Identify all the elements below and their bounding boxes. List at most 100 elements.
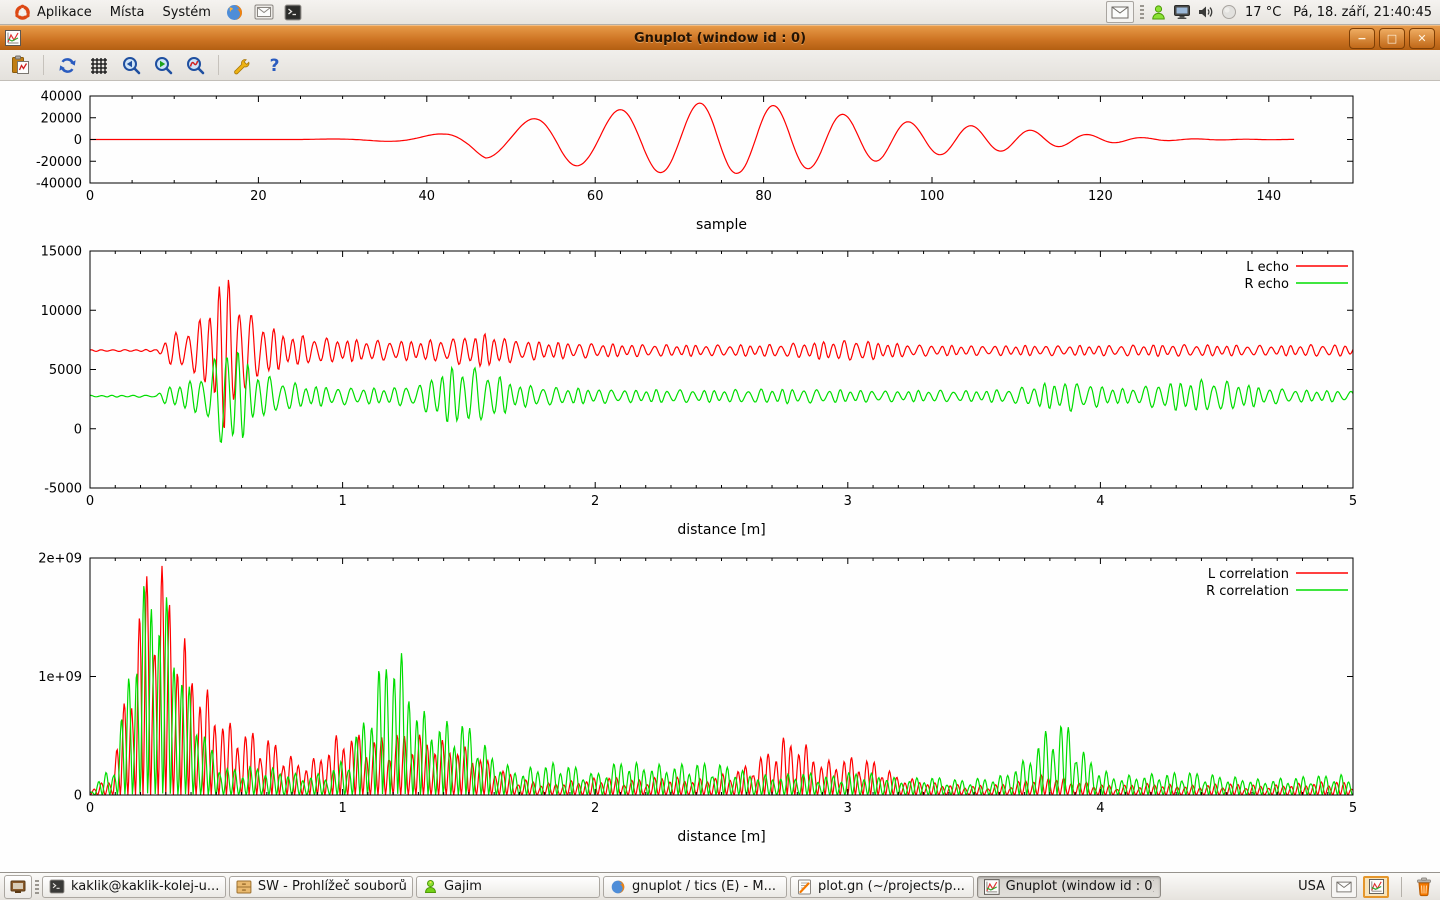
mail-notification-button[interactable] xyxy=(1331,876,1357,898)
settings-button[interactable] xyxy=(230,53,254,77)
mail-applet-icon xyxy=(1111,6,1129,19)
mail-applet-button[interactable] xyxy=(1106,1,1134,23)
temperature-label[interactable]: 17 °C xyxy=(1245,5,1281,20)
grid-icon xyxy=(89,55,109,75)
menu-system[interactable]: Systém xyxy=(153,0,219,24)
toolbar-separator xyxy=(218,55,219,75)
mail-notification-icon xyxy=(1336,881,1352,893)
task-browser[interactable]: gnuplot / tics (E) - M... xyxy=(603,876,787,898)
task-label: SW - Prohlížeč souborů xyxy=(258,879,406,894)
clock-label[interactable]: Pá, 18. září, 21:40:45 xyxy=(1293,5,1432,20)
svg-text:0: 0 xyxy=(86,189,94,204)
help-icon: ? xyxy=(264,55,285,76)
show-desktop-icon xyxy=(10,880,26,894)
gajim-icon xyxy=(423,879,438,894)
svg-text:60: 60 xyxy=(587,189,604,204)
close-button[interactable]: ✕ xyxy=(1409,28,1435,49)
gnuplot-icon xyxy=(984,879,1000,895)
menu-label-applications: Aplikace xyxy=(37,5,92,20)
svg-text:4: 4 xyxy=(1096,494,1104,509)
svg-text:20000: 20000 xyxy=(41,111,82,126)
task-terminal[interactable]: kaklik@kaklik-kolej-u... xyxy=(42,876,226,898)
display-icon[interactable] xyxy=(1173,4,1191,20)
terminal-launcher[interactable] xyxy=(279,0,307,24)
svg-text:sample: sample xyxy=(696,217,747,233)
task-text-editor[interactable]: plot.gn (~/projects/p... xyxy=(790,876,974,898)
panel-left: Aplikace Místa Systém xyxy=(0,0,307,24)
zoom-previous-button[interactable] xyxy=(119,53,143,77)
zoom-previous-icon xyxy=(121,55,142,76)
svg-text:20: 20 xyxy=(250,189,267,204)
chart-0: 020406080100120140-40000-200000200004000… xyxy=(36,90,1353,234)
mail-launcher[interactable] xyxy=(249,0,279,24)
svg-text:4: 4 xyxy=(1096,801,1104,816)
toolbar-separator xyxy=(43,55,44,75)
user-switcher-icon[interactable] xyxy=(1150,4,1167,21)
svg-text:2e+09: 2e+09 xyxy=(38,552,82,567)
unzoom-button[interactable] xyxy=(183,53,207,77)
svg-text:3: 3 xyxy=(844,801,852,816)
svg-text:5000: 5000 xyxy=(49,363,82,378)
svg-text:5: 5 xyxy=(1349,494,1357,509)
svg-text:1: 1 xyxy=(338,494,346,509)
applet-handle[interactable] xyxy=(1140,5,1144,19)
svg-text:1e+09: 1e+09 xyxy=(38,670,82,685)
gnuplot-canvas-area: 020406080100120140-40000-200000200004000… xyxy=(0,81,1440,872)
task-gajim[interactable]: Gajim xyxy=(416,876,600,898)
task-gnuplot[interactable]: Gnuplot (window id : 0) xyxy=(977,876,1161,898)
task-label: plot.gn (~/projects/p... xyxy=(818,879,965,894)
terminal-icon xyxy=(284,4,302,21)
panel-right: 17 °C Pá, 18. září, 21:40:45 xyxy=(1106,0,1440,24)
svg-text:40: 40 xyxy=(419,189,436,204)
window-titlebar[interactable]: Gnuplot (window id : 0) − □ ✕ xyxy=(0,25,1440,50)
maximize-button[interactable]: □ xyxy=(1379,28,1405,49)
svg-text:0: 0 xyxy=(86,801,94,816)
svg-text:0: 0 xyxy=(74,133,82,148)
firefox-icon xyxy=(610,879,626,895)
help-button[interactable]: ? xyxy=(262,53,286,77)
svg-text:L echo: L echo xyxy=(1246,260,1289,275)
menu-applications[interactable]: Aplikace xyxy=(5,0,101,24)
settings-icon xyxy=(232,55,253,76)
top-panel: Aplikace Místa Systém xyxy=(0,0,1440,25)
firefox-icon xyxy=(225,3,244,22)
svg-text:10000: 10000 xyxy=(41,304,82,319)
zoom-next-icon xyxy=(153,55,174,76)
chart-1: 012345-5000050001000015000distance [m]L … xyxy=(41,245,1358,539)
taskbar-right: USA xyxy=(1298,876,1436,898)
replot-button[interactable] xyxy=(55,53,79,77)
window-buttons: − □ ✕ xyxy=(1349,28,1440,49)
task-file-manager[interactable]: SW - Prohlížeč souborů xyxy=(229,876,413,898)
svg-text:R echo: R echo xyxy=(1244,277,1289,292)
copy-to-clipboard-icon xyxy=(10,55,31,76)
menu-places[interactable]: Místa xyxy=(101,0,154,24)
svg-text:2: 2 xyxy=(591,801,599,816)
svg-text:80: 80 xyxy=(755,189,772,204)
replot-icon xyxy=(57,55,78,76)
keyboard-layout-indicator[interactable]: USA xyxy=(1298,879,1325,894)
svg-text:-20000: -20000 xyxy=(36,155,82,170)
svg-text:0: 0 xyxy=(74,422,82,437)
chart-2: 01234501e+092e+09distance [m]L correlati… xyxy=(38,552,1357,846)
bottom-taskbar: kaklik@kaklik-kolej-u... SW - Prohlížeč … xyxy=(0,872,1440,900)
show-desktop-button[interactable] xyxy=(4,875,32,899)
task-label: kaklik@kaklik-kolej-u... xyxy=(71,879,219,894)
weather-icon[interactable] xyxy=(1221,4,1237,20)
taskbar-handle[interactable] xyxy=(35,880,39,894)
copy-to-clipboard-button[interactable] xyxy=(8,53,32,77)
gnuplot-tray-button[interactable] xyxy=(1363,876,1389,898)
zoom-next-button[interactable] xyxy=(151,53,175,77)
task-label: Gnuplot (window id : 0) xyxy=(1006,879,1154,894)
gnuplot-tray-icon xyxy=(1369,879,1384,894)
svg-text:0: 0 xyxy=(74,789,82,804)
firefox-launcher[interactable] xyxy=(220,0,249,24)
svg-text:40000: 40000 xyxy=(41,90,82,105)
gnuplot-canvas[interactable]: 020406080100120140-40000-200000200004000… xyxy=(0,81,1440,872)
volume-icon[interactable] xyxy=(1197,4,1215,20)
svg-text:distance [m]: distance [m] xyxy=(677,829,765,845)
trash-icon[interactable] xyxy=(1414,876,1434,898)
grid-button[interactable] xyxy=(87,53,111,77)
ubuntu-logo-icon xyxy=(14,4,31,21)
minimize-button[interactable]: − xyxy=(1349,28,1375,49)
svg-text:-5000: -5000 xyxy=(44,482,82,497)
